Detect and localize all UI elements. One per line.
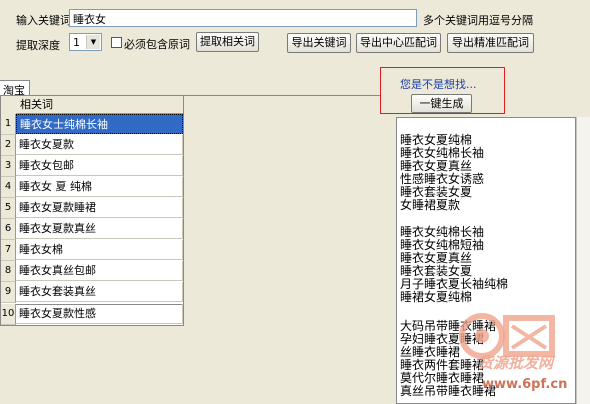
row-number: 9 — [1, 282, 16, 303]
row-number: 5 — [1, 198, 16, 219]
row-number: 7 — [1, 240, 16, 261]
chevron-down-icon[interactable]: ▼ — [86, 35, 100, 49]
suggest-label: 您是不是想找... — [400, 78, 477, 91]
table-row[interactable]: 2 睡衣女夏款 — [1, 135, 183, 156]
row-cell[interactable]: 睡衣女夏款性感 — [16, 304, 183, 324]
tab-taobao[interactable]: 淘宝 — [0, 80, 30, 97]
row-cell[interactable]: 睡衣女真丝包邮 — [16, 261, 183, 281]
table-row[interactable]: 7 睡衣女棉 — [1, 240, 183, 261]
row-cell[interactable]: 睡衣女套装真丝 — [16, 282, 183, 302]
one-click-generate-button[interactable]: 一键生成 — [411, 94, 472, 113]
row-number: 4 — [1, 177, 16, 198]
results-scrollbar[interactable] — [576, 117, 590, 404]
row-number: 1 — [1, 114, 16, 135]
result-line: 女睡裙夏款 — [400, 198, 461, 212]
keyword-hint: 多个关键词用逗号分隔 — [423, 14, 533, 27]
related-words-grid: 相关词 1 睡衣女士纯棉长袖 2 睡衣女夏款 3 睡衣女包邮 4 睡衣女 夏 纯棉 5睡… — [0, 95, 184, 305]
fetch-related-button[interactable]: 提取相关词 — [196, 32, 259, 52]
grid-corner — [1, 96, 17, 115]
keyword-label: 输入关键词 — [16, 14, 71, 27]
table-row[interactable]: 5 睡衣女夏款睡裙 — [1, 198, 183, 219]
row-cell[interactable]: 睡衣女夏款睡裙 — [16, 198, 183, 218]
table-row-last-wrap: 10 睡衣女夏款性感 — [0, 304, 184, 326]
depth-select[interactable]: 1 ▼ — [69, 33, 102, 51]
row-cell[interactable]: 睡衣女夏款 — [16, 135, 183, 155]
row-number: 8 — [1, 261, 16, 282]
table-row[interactable]: 3 睡衣女包邮 — [1, 156, 183, 177]
export-keywords-button[interactable]: 导出关键词 — [287, 33, 351, 53]
row-number: 6 — [1, 219, 16, 240]
table-row[interactable]: 4 睡衣女 夏 纯棉 — [1, 177, 183, 198]
table-row[interactable]: 6 睡衣女夏款真丝 — [1, 219, 183, 240]
must-include-checkbox[interactable] — [111, 37, 122, 48]
table-row[interactable]: 8 睡衣女真丝包邮 — [1, 261, 183, 282]
row-cell[interactable]: 睡衣女棉 — [16, 240, 183, 260]
depth-value: 1 — [73, 36, 80, 49]
depth-label: 提取深度 — [16, 39, 60, 52]
result-line: 睡裙女夏纯棉 — [400, 290, 473, 304]
must-include-label: 必须包含原词 — [124, 38, 190, 51]
export-exact-match-button[interactable]: 导出精准匹配词 — [447, 33, 534, 53]
table-row[interactable]: 9 睡衣女套装真丝 — [1, 282, 183, 303]
row-cell[interactable]: 睡衣女包邮 — [16, 156, 183, 176]
keyword-input[interactable]: 睡衣女 — [69, 9, 417, 27]
row-number: 3 — [1, 156, 16, 177]
export-center-match-button[interactable]: 导出中心匹配词 — [356, 33, 441, 53]
row-number: 2 — [1, 135, 16, 156]
row-cell[interactable]: 睡衣女士纯棉长袖 — [16, 114, 183, 134]
results-group-2: 睡衣女纯棉长袖 睡衣女纯棉短袖 睡衣女夏真丝 睡衣套装女夏 月子睡衣夏长袖纯棉 … — [400, 226, 508, 304]
watermark-text: 货源批发网 — [478, 354, 554, 372]
row-cell[interactable]: 睡衣女夏款真丝 — [16, 219, 183, 239]
table-row[interactable]: 1 睡衣女士纯棉长袖 — [1, 114, 183, 135]
watermark-url: www.6pf.cn — [482, 377, 568, 392]
results-group-1: 睡衣女夏纯棉 睡衣女纯棉长袖 睡衣女夏真丝 性感睡衣女诱惑 睡衣套装女夏 女睡裙… — [400, 134, 484, 212]
grid-header[interactable]: 相关词 — [16, 96, 183, 114]
row-cell[interactable]: 睡衣女 夏 纯棉 — [16, 177, 183, 197]
row-number: 10 — [1, 304, 16, 325]
table-row[interactable]: 10 睡衣女夏款性感 — [1, 304, 183, 325]
